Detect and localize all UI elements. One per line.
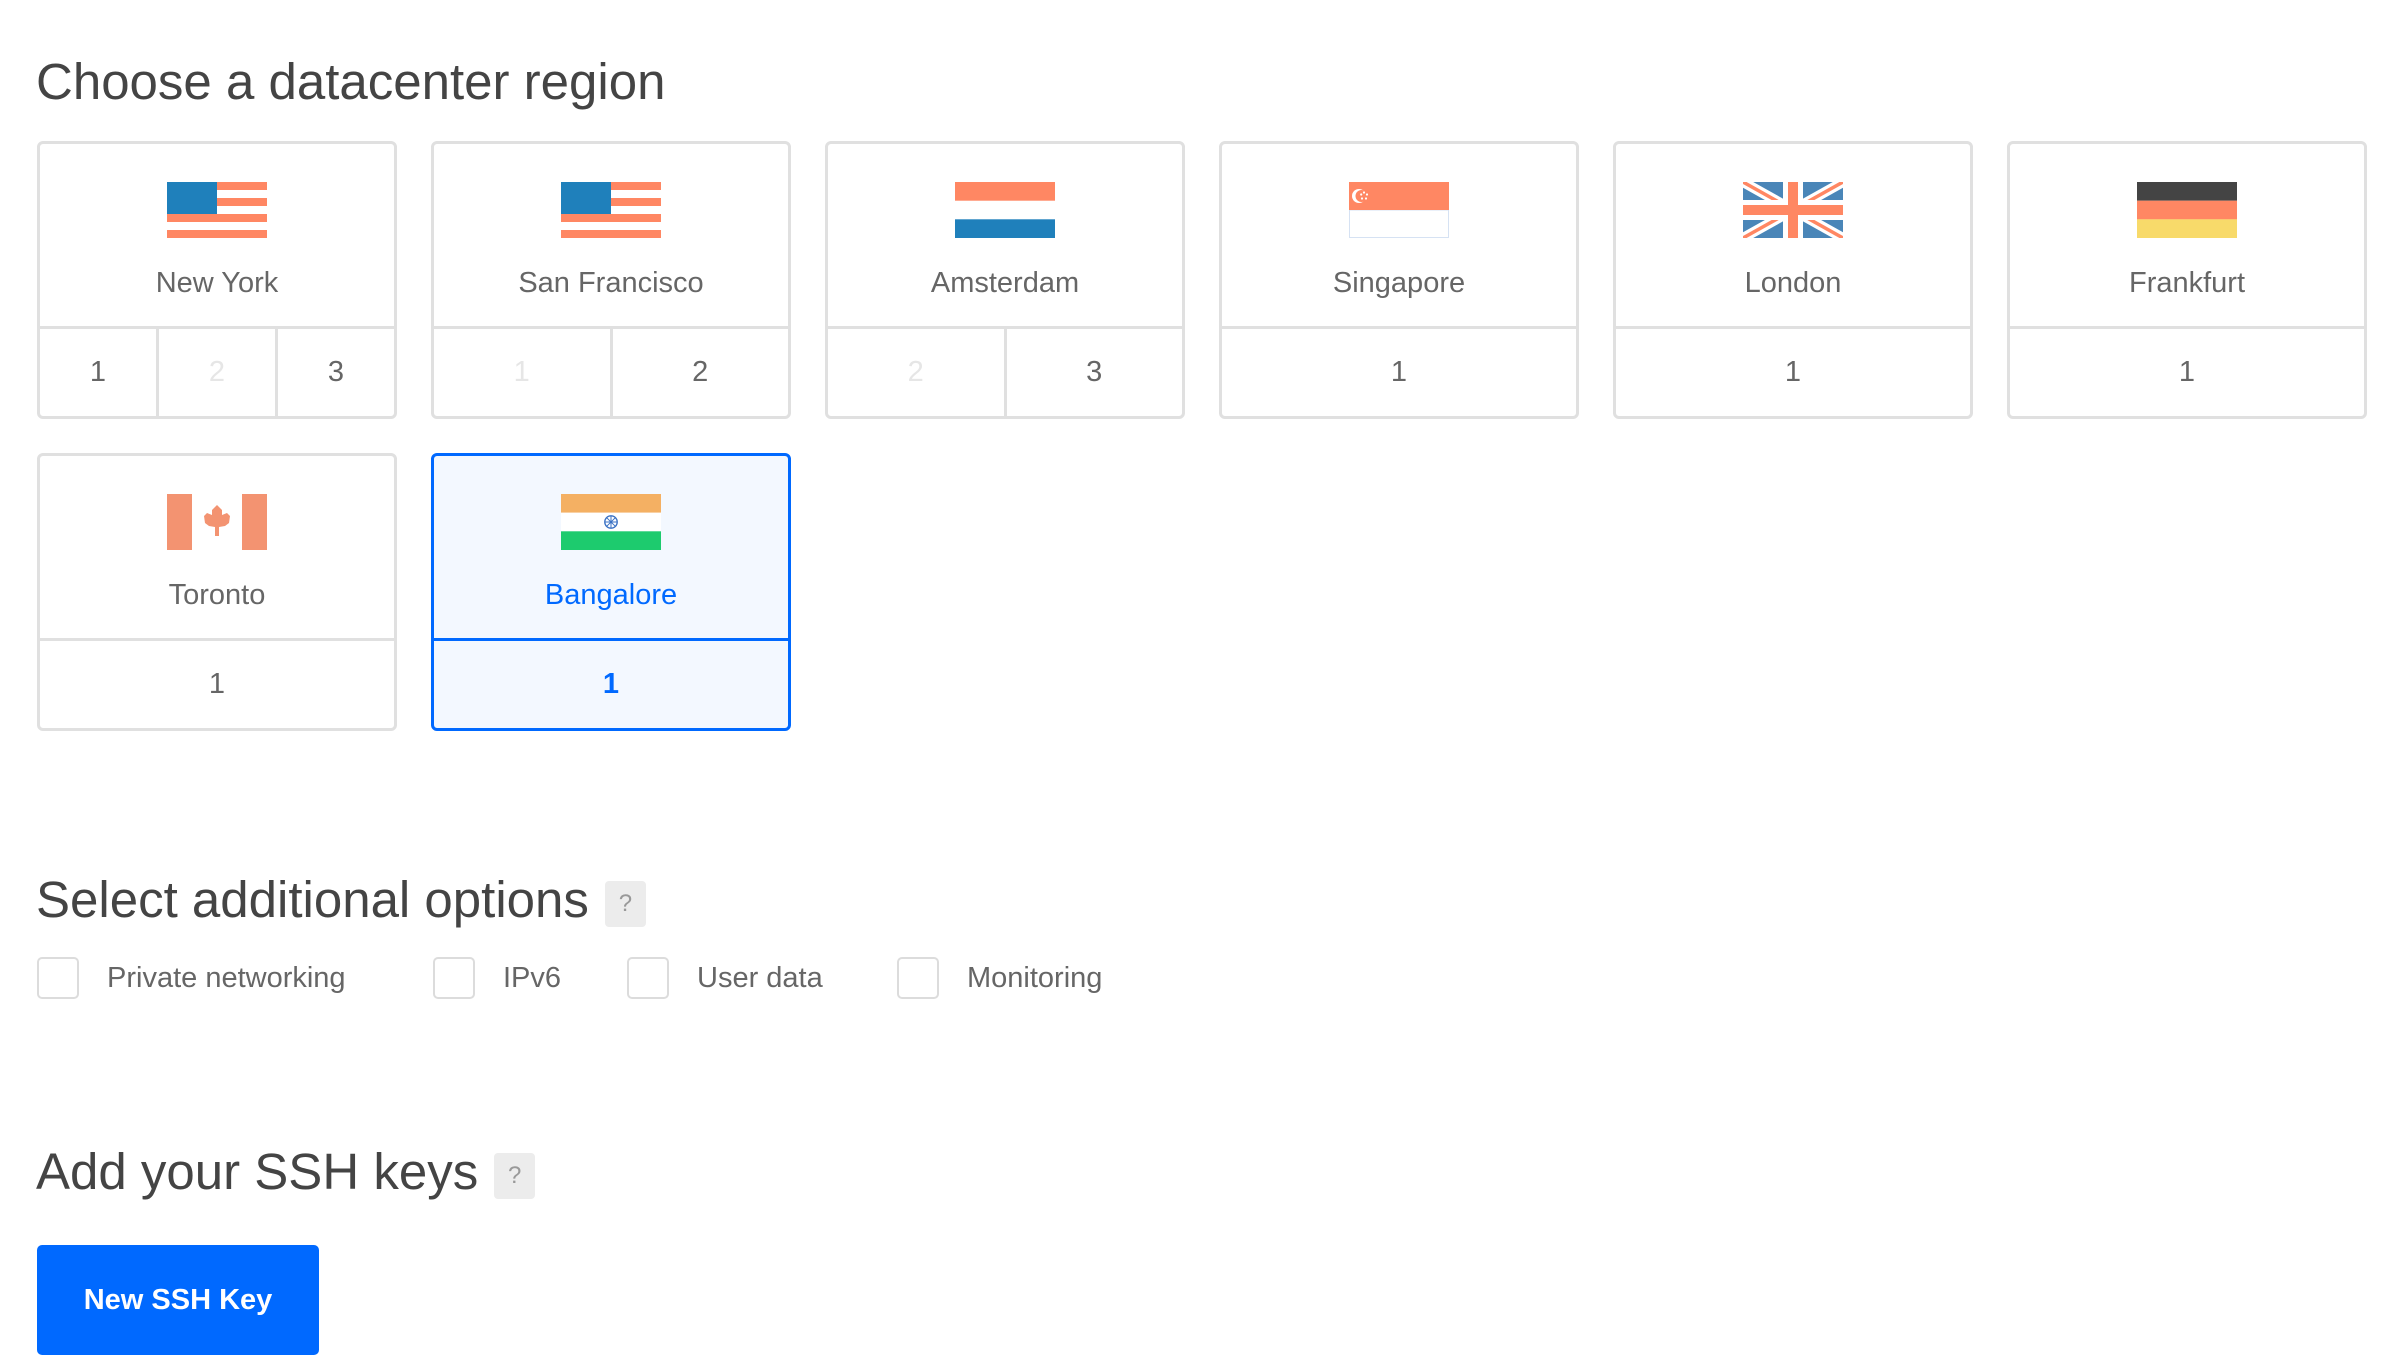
region-section-title: Choose a datacenter region <box>36 53 666 110</box>
region-card-toronto[interactable]: Toronto 1 <box>37 453 397 731</box>
region-card-header[interactable]: Amsterdam <box>828 144 1182 332</box>
region-card-new-york[interactable]: New York 1 2 3 <box>37 141 397 419</box>
canada-flag-icon <box>167 494 267 550</box>
user-data-checkbox[interactable] <box>627 957 669 999</box>
option-monitoring[interactable]: Monitoring <box>897 957 1102 999</box>
help-icon[interactable]: ? <box>604 880 646 927</box>
netherlands-flag-icon <box>955 182 1055 238</box>
uk-flag-icon <box>1743 182 1843 238</box>
region-name: San Francisco <box>518 267 704 299</box>
datacenter-option-ams2: 2 <box>907 356 924 388</box>
region-card-header[interactable]: Toronto <box>40 456 394 644</box>
ipv6-checkbox[interactable] <box>433 957 475 999</box>
region-name: Bangalore <box>544 579 678 611</box>
region-card-san-francisco[interactable]: San Francisco 1 2 <box>431 141 791 419</box>
region-card-header[interactable]: New York <box>40 144 394 332</box>
datacenter-option-nyc3[interactable]: 3 <box>275 329 394 416</box>
datacenter-option-sfo2[interactable]: 2 <box>609 329 789 416</box>
options-section-title: Select additional options ? <box>36 871 646 928</box>
datacenter-selector: 1 <box>40 638 394 728</box>
germany-flag-icon <box>2137 182 2237 238</box>
option-label: Private networking <box>107 962 346 994</box>
private-networking-checkbox[interactable] <box>37 957 79 999</box>
region-card-header[interactable]: Frankfurt <box>2010 144 2364 332</box>
region-name: Toronto <box>168 579 266 611</box>
option-label: Monitoring <box>967 962 1103 994</box>
region-name: Frankfurt <box>2128 267 2246 299</box>
region-card-amsterdam[interactable]: Amsterdam 2 3 <box>825 141 1185 419</box>
datacenter-option-sfo1: 1 <box>513 356 530 388</box>
region-card-london[interactable]: London 1 <box>1613 141 1973 419</box>
region-name: Amsterdam <box>930 267 1080 299</box>
usa-flag-icon <box>167 182 267 238</box>
datacenter-selector: 1 <box>2010 326 2364 416</box>
monitoring-checkbox[interactable] <box>897 957 939 999</box>
datacenter-selector: 2 3 <box>828 326 1182 416</box>
datacenter-selector: 1 2 3 <box>40 326 394 416</box>
datacenter-option-fra1[interactable]: 1 <box>2010 329 2364 416</box>
india-flag-icon <box>561 494 661 550</box>
datacenter-option-ams3[interactable]: 3 <box>1003 329 1183 416</box>
datacenter-selector: 1 <box>434 638 788 728</box>
datacenter-option-nyc1[interactable]: 1 <box>40 329 156 416</box>
region-card-header[interactable]: Singapore <box>1222 144 1576 332</box>
option-ipv6[interactable]: IPv6 <box>433 957 561 999</box>
region-name: Singapore <box>1332 267 1466 299</box>
region-card-header[interactable]: London <box>1616 144 1970 332</box>
datacenter-option-nyc2: 2 <box>156 329 275 416</box>
option-private-networking[interactable]: Private networking <box>37 957 346 999</box>
datacenter-option-tor1[interactable]: 1 <box>40 641 394 728</box>
ssh-title-text: Add your SSH keys <box>36 1143 479 1200</box>
region-card-header[interactable]: San Francisco <box>434 144 788 332</box>
region-card-header[interactable]: Bangalore <box>434 456 788 644</box>
new-ssh-key-button[interactable]: New SSH Key <box>37 1245 319 1355</box>
singapore-flag-icon <box>1349 182 1449 238</box>
datacenter-option-sgp1[interactable]: 1 <box>1222 329 1576 416</box>
option-user-data[interactable]: User data <box>627 957 823 999</box>
option-label: User data <box>697 962 823 994</box>
region-name: New York <box>155 267 279 299</box>
datacenter-option-blr1[interactable]: 1 <box>434 641 788 728</box>
datacenter-option-lon1[interactable]: 1 <box>1616 329 1970 416</box>
region-card-frankfurt[interactable]: Frankfurt 1 <box>2007 141 2367 419</box>
datacenter-selector: 1 2 <box>434 326 788 416</box>
datacenter-selector: 1 <box>1222 326 1576 416</box>
help-icon[interactable]: ? <box>494 1152 536 1199</box>
region-name: London <box>1744 267 1842 299</box>
datacenter-selector: 1 <box>1616 326 1970 416</box>
ssh-section-title: Add your SSH keys ? <box>36 1143 536 1200</box>
region-card-singapore[interactable]: Singapore 1 <box>1219 141 1579 419</box>
options-title-text: Select additional options <box>36 871 589 928</box>
usa-flag-icon <box>561 182 661 238</box>
option-label: IPv6 <box>503 962 562 994</box>
region-card-bangalore[interactable]: Bangalore 1 <box>431 453 791 731</box>
